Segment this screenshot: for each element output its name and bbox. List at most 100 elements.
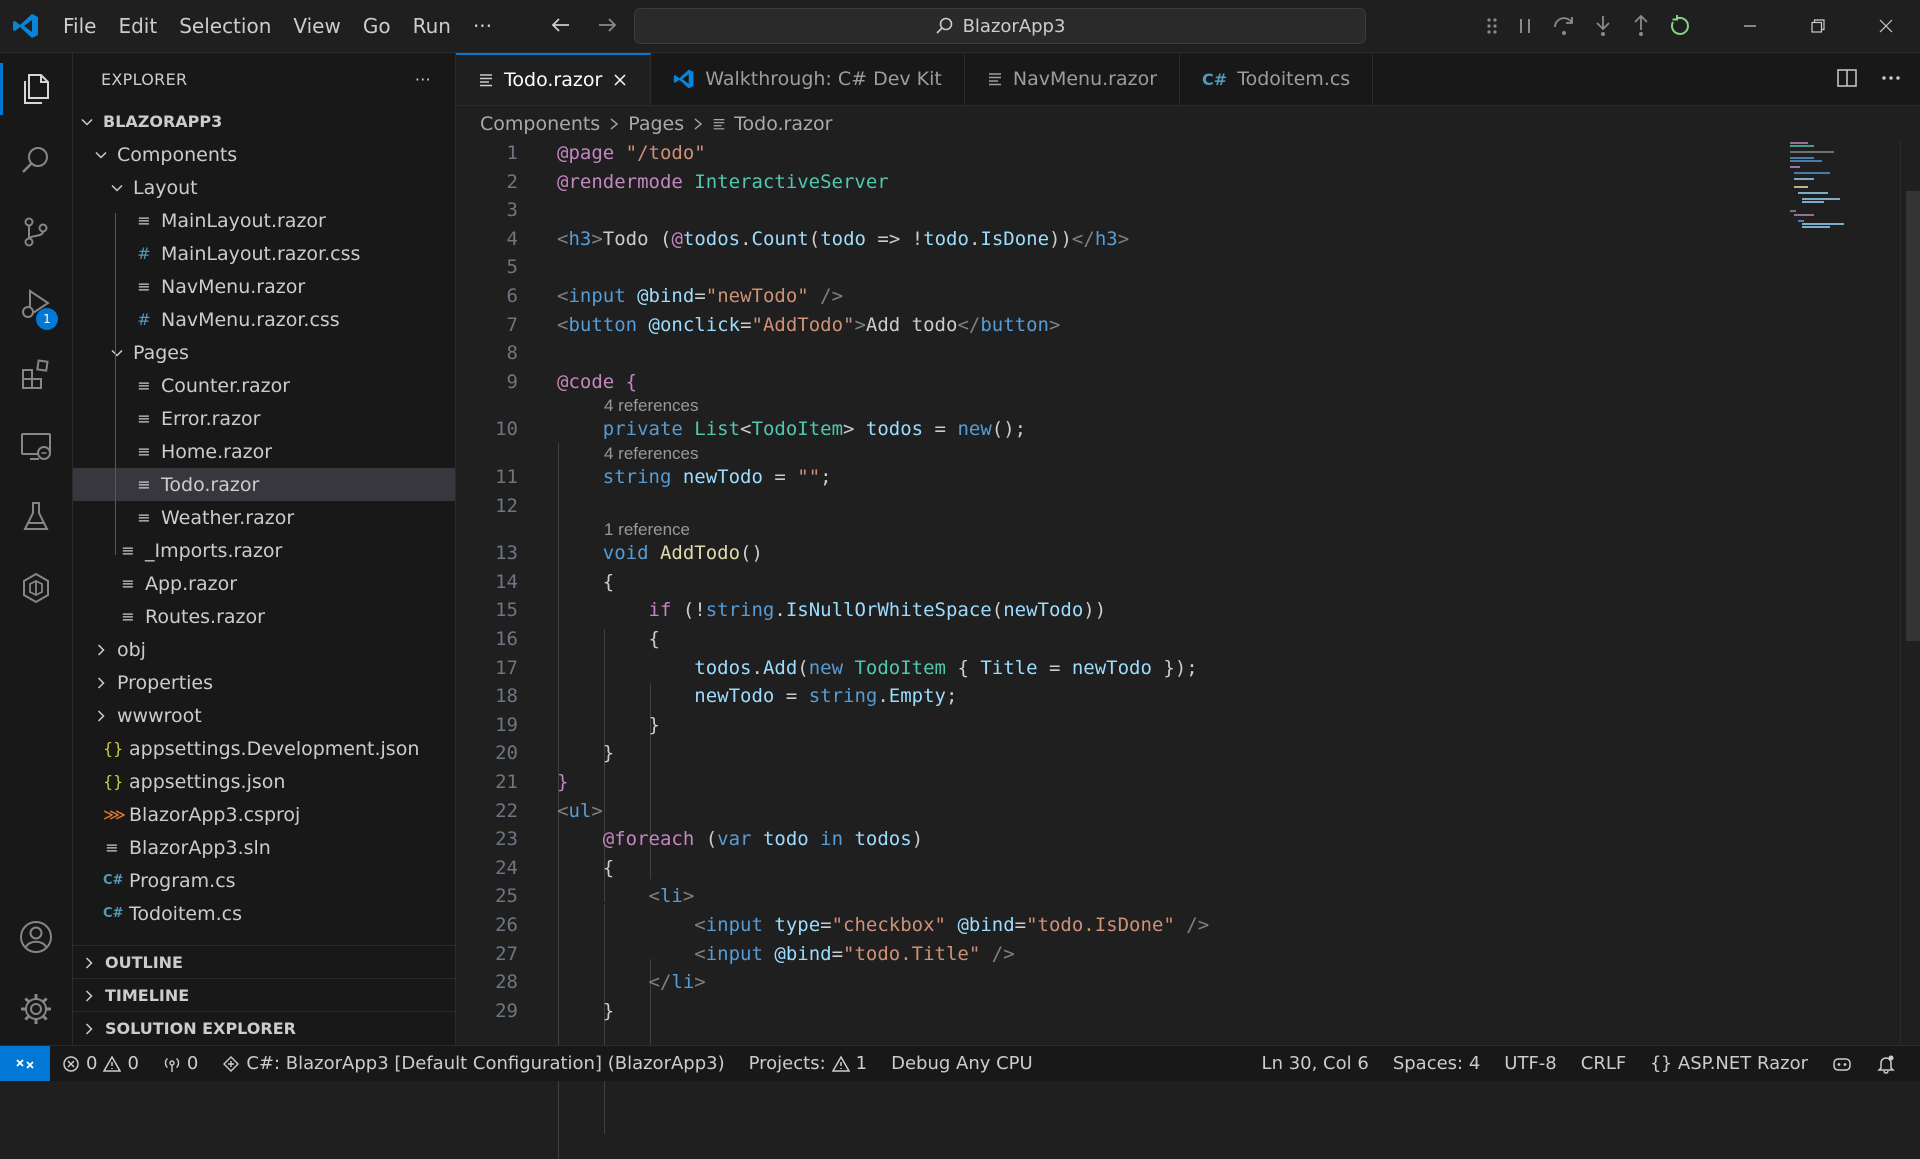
explorer-root-folder[interactable]: BLAZORAPP3 xyxy=(73,105,455,138)
menu-file[interactable]: File xyxy=(52,9,107,43)
tree-file[interactable]: ≡ Routes.razor xyxy=(73,600,455,633)
extensions-icon[interactable] xyxy=(0,343,72,407)
tree-file[interactable]: ≡ Counter.razor xyxy=(73,369,455,402)
tree-file[interactable]: ≡ Weather.razor xyxy=(73,501,455,534)
minimap[interactable] xyxy=(1784,139,1864,259)
tab-label: Todo.razor xyxy=(504,69,603,91)
line-number: 29 xyxy=(495,999,518,1022)
breadcrumb-item[interactable]: Components xyxy=(480,113,600,135)
tree-file[interactable]: ≡ BlazorApp3.sln xyxy=(73,831,455,864)
warning-count: 0 xyxy=(127,1053,139,1074)
cursor-position[interactable]: Ln 30, Col 6 xyxy=(1250,1046,1381,1081)
indentation[interactable]: Spaces: 4 xyxy=(1381,1046,1492,1081)
explorer-icon[interactable] xyxy=(0,57,72,121)
language-mode[interactable]: {} ASP.NET Razor xyxy=(1638,1046,1820,1081)
back-arrow-icon[interactable] xyxy=(548,12,574,38)
tree-file[interactable]: ≡ NavMenu.razor xyxy=(73,270,455,303)
breadcrumb-item[interactable]: Todo.razor xyxy=(734,113,832,135)
code-text: if (!string.IsNullOrWhiteSpace(newTodo)) xyxy=(648,599,1107,622)
step-out-icon[interactable] xyxy=(1629,13,1653,39)
tree-file[interactable]: ≡ MainLayout.razor xyxy=(73,204,455,237)
menu-view[interactable]: View xyxy=(282,9,351,43)
settings-gear-icon[interactable] xyxy=(0,977,72,1041)
pause-icon[interactable] xyxy=(1513,14,1537,38)
outline-section[interactable]: OUTLINE xyxy=(73,945,455,979)
tree-file[interactable]: C# Todoitem.cs xyxy=(73,897,455,930)
tree-file[interactable]: ⋙ BlazorApp3.csproj xyxy=(73,798,455,831)
step-over-icon[interactable] xyxy=(1551,13,1577,39)
step-into-icon[interactable] xyxy=(1591,13,1615,39)
tree-folder[interactable]: Pages xyxy=(73,336,455,369)
tree-folder[interactable]: Properties xyxy=(73,666,455,699)
restart-icon[interactable] xyxy=(1667,13,1693,39)
tree-file[interactable]: # NavMenu.razor.css xyxy=(73,303,455,336)
testing-icon[interactable] xyxy=(0,485,72,549)
command-center-search[interactable]: BlazorApp3 xyxy=(634,8,1366,44)
scrollbar-thumb[interactable] xyxy=(1906,191,1920,641)
tree-file[interactable]: # MainLayout.razor.css xyxy=(73,237,455,270)
tree-item-label: obj xyxy=(117,638,146,661)
solution-explorer-section[interactable]: SOLUTION EXPLORER xyxy=(73,1011,455,1045)
projects-indicator[interactable]: Projects: 1 xyxy=(737,1046,879,1081)
tree-file[interactable]: {} appsettings.json xyxy=(73,765,455,798)
search-icon[interactable] xyxy=(0,128,72,192)
code-text: newTodo = string.Empty; xyxy=(694,685,958,708)
tab-navmenu-razor[interactable]: NavMenu.razor xyxy=(965,53,1181,105)
forward-arrow-icon[interactable] xyxy=(594,12,620,38)
csharp-project-indicator[interactable]: C#: BlazorApp3 [Default Configuration] (… xyxy=(210,1046,736,1081)
tree-file[interactable]: ≡ Todo.razor xyxy=(73,468,455,501)
tree-file[interactable]: ≡ _Imports.razor xyxy=(73,534,455,567)
remote-explorer-icon[interactable] xyxy=(0,414,72,478)
encoding[interactable]: UTF-8 xyxy=(1492,1046,1568,1081)
tab-todoitem-cs[interactable]: C# Todoitem.cs xyxy=(1180,53,1374,105)
solution-explorer-label: SOLUTION EXPLORER xyxy=(105,1019,296,1038)
tree-file[interactable]: ≡ Error.razor xyxy=(73,402,455,435)
project-icon xyxy=(222,1055,240,1073)
tree-item-label: BlazorApp3.sln xyxy=(129,836,271,859)
restore-icon[interactable] xyxy=(1784,0,1852,52)
menu-run[interactable]: Run xyxy=(402,9,462,43)
ports-indicator[interactable]: 0 xyxy=(151,1046,210,1081)
run-debug-icon[interactable]: 1 xyxy=(0,272,72,336)
editor-actions xyxy=(1836,67,1902,89)
source-control-icon[interactable] xyxy=(0,200,72,264)
menu-go[interactable]: Go xyxy=(352,9,402,43)
drag-handle-icon[interactable] xyxy=(1485,15,1499,37)
menu-bar: File Edit Selection View Go Run ··· xyxy=(52,0,503,52)
csharp-file-icon: C# xyxy=(103,873,124,888)
vscode-logo-icon xyxy=(673,68,695,90)
problems-indicator[interactable]: 0 0 xyxy=(50,1046,151,1081)
end-of-line[interactable]: CRLF xyxy=(1569,1046,1638,1081)
tree-file[interactable]: ≡ App.razor xyxy=(73,567,455,600)
copilot-icon[interactable] xyxy=(1820,1046,1864,1081)
more-actions-icon[interactable] xyxy=(1880,67,1902,89)
explorer-title: EXPLORER xyxy=(101,69,188,89)
close-window-icon[interactable] xyxy=(1852,0,1920,52)
timeline-section[interactable]: TIMELINE xyxy=(73,978,455,1012)
tree-folder[interactable]: obj xyxy=(73,633,455,666)
breadcrumb-item[interactable]: Pages xyxy=(628,113,684,135)
remote-indicator-icon[interactable] xyxy=(0,1046,50,1081)
tree-file[interactable]: {} appsettings.Development.json xyxy=(73,732,455,765)
menu-edit[interactable]: Edit xyxy=(107,9,168,43)
line-number: 2 xyxy=(506,170,518,193)
tab-walkthrough[interactable]: Walkthrough: C# Dev Kit xyxy=(651,53,965,105)
menu-more[interactable]: ··· xyxy=(462,9,503,43)
minimize-icon[interactable] xyxy=(1716,0,1784,52)
close-tab-icon[interactable] xyxy=(612,72,628,88)
menu-selection[interactable]: Selection xyxy=(168,9,282,43)
split-editor-icon[interactable] xyxy=(1836,67,1858,89)
tab-todo-razor[interactable]: Todo.razor xyxy=(456,53,652,105)
line-number: 16 xyxy=(495,628,518,650)
tree-file[interactable]: C# Program.cs xyxy=(73,864,455,897)
debug-config[interactable]: Debug Any CPU xyxy=(879,1046,1045,1081)
dotnet-icon[interactable] xyxy=(0,556,72,620)
explorer-more-actions[interactable]: ··· xyxy=(415,70,431,89)
account-icon[interactable] xyxy=(0,905,72,969)
notifications-bell-icon[interactable] xyxy=(1864,1046,1908,1081)
tree-folder[interactable]: Layout xyxy=(73,171,455,204)
tree-file[interactable]: ≡ Home.razor xyxy=(73,435,455,468)
tree-folder[interactable]: wwwroot xyxy=(73,699,455,732)
csharp-file-icon: C# xyxy=(1202,69,1228,89)
tree-folder[interactable]: Components xyxy=(73,138,455,171)
